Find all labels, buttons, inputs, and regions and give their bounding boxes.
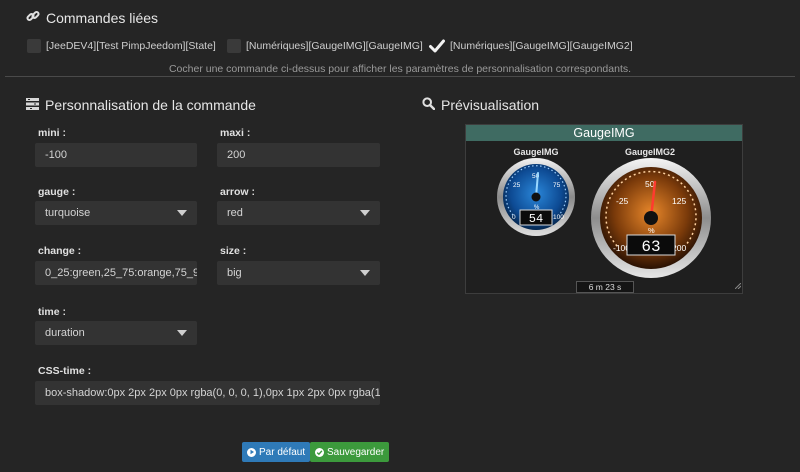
section-divider (5, 76, 795, 77)
gauge-label: gauge : (38, 186, 76, 198)
customization-title: Personnalisation de la commande (26, 97, 256, 113)
command-checkbox-gaugeimg[interactable]: [Numériques][GaugeIMG][GaugeIMG] (227, 39, 423, 53)
command-checkbox-gaugeimg2[interactable]: [Numériques][GaugeIMG][GaugeIMG2] (429, 39, 633, 53)
caret-down-icon (177, 210, 187, 216)
linked-commands-title: Commandes liées (26, 9, 158, 26)
css-time-label: CSS-time : (38, 365, 92, 377)
css-time-input[interactable]: box-shadow:0px 2px 2px 0px rgba(0, 0, 0,… (35, 381, 380, 405)
maxi-label: maxi : (220, 127, 251, 139)
gauge2-tick-high: 125 (672, 196, 686, 206)
check-circle-icon (315, 447, 324, 457)
gauge2-tick-low: -25 (616, 196, 629, 206)
duration-badge: 6 m 23 s (576, 281, 634, 293)
gauge2-dial: -100 -25 50 125 200 % 63 (591, 158, 711, 278)
arrow-select[interactable]: red (217, 201, 380, 225)
gauge1-dial: 0 25 50 75 100 % 54 (497, 158, 575, 236)
mini-input[interactable]: -100 (35, 143, 197, 167)
play-icon (247, 447, 256, 457)
gauge-select[interactable]: turquoise (35, 201, 197, 225)
arrow-label: arrow : (220, 186, 256, 198)
save-button[interactable]: Sauvegarder (310, 442, 390, 462)
caret-down-icon (177, 330, 187, 336)
checkbox-unchecked[interactable] (227, 39, 241, 53)
checkbox-unchecked[interactable] (27, 39, 41, 53)
caret-down-icon (360, 270, 370, 276)
widget-title: GaugeIMG (466, 125, 742, 141)
link-icon (26, 9, 40, 26)
size-label: size : (220, 245, 247, 257)
maxi-input[interactable]: 200 (217, 143, 380, 167)
gauge2-unit: % (648, 226, 655, 235)
change-label: change : (38, 245, 82, 257)
resize-handle-icon[interactable] (734, 280, 742, 292)
gauge2-name: GaugeIMG2 (624, 147, 675, 157)
gauge1-tick-100: 100 (553, 214, 564, 221)
gauge1-tick-0: 0 (512, 214, 516, 221)
settings-panel-icon (26, 97, 39, 113)
preview-title: Prévisualisation (422, 97, 539, 113)
time-label: time : (38, 306, 67, 318)
gauge1-tick-25: 25 (513, 182, 521, 189)
gauge2-value: 63 (641, 238, 660, 256)
change-input[interactable]: 0_25:green,25_75:orange,75_9 (35, 261, 197, 285)
command-checkbox-jeedev4[interactable]: [JeeDEV4][Test PimpJeedom][State] (27, 39, 216, 53)
gauge-widget: GaugeIMG GaugeIMG 0 25 50 75 100 % 54 Ga… (465, 124, 743, 294)
checkmark-icon[interactable] (429, 39, 445, 53)
time-select[interactable]: duration (35, 321, 197, 345)
search-icon (422, 97, 436, 113)
gauge1-name: GaugeIMG (513, 147, 559, 157)
caret-down-icon (360, 210, 370, 216)
default-button[interactable]: Par défaut (242, 442, 311, 462)
gauge1-tick-75: 75 (553, 182, 561, 189)
gauge1-value: 54 (529, 212, 543, 226)
size-select[interactable]: big (217, 261, 380, 285)
mini-label: mini : (38, 127, 66, 139)
linked-hint: Cocher une commande ci-dessus pour affic… (168, 63, 632, 75)
